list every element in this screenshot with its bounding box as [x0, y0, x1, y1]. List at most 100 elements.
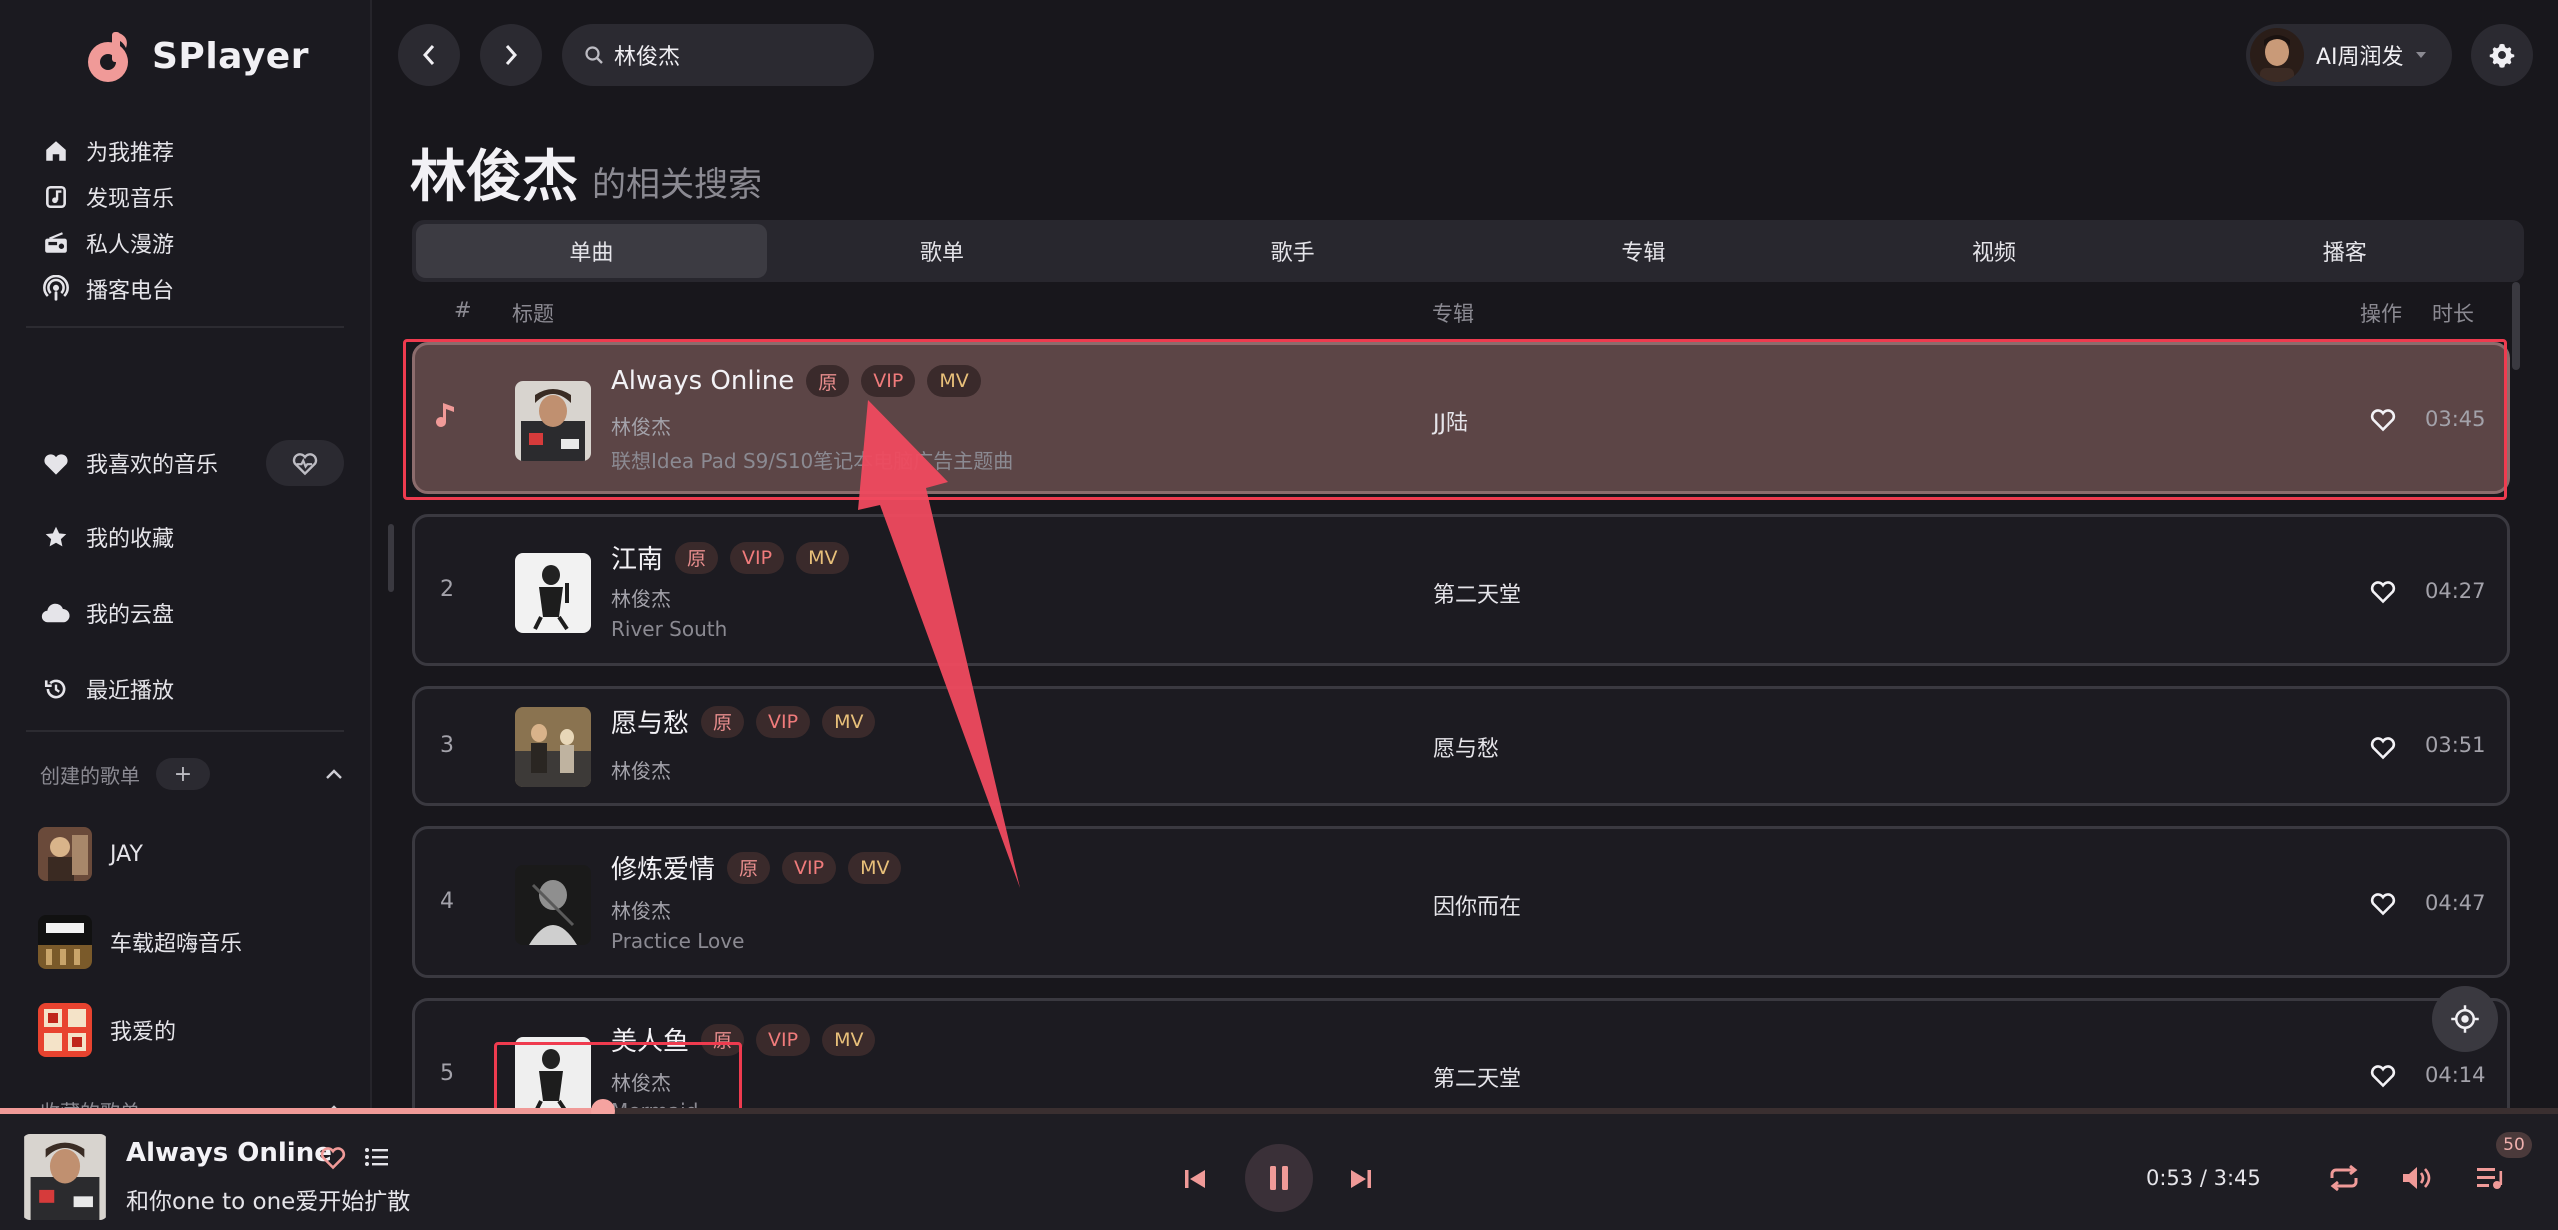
play-queue-button[interactable]	[2470, 1160, 2510, 1196]
user-name: AI周润发	[2316, 45, 2404, 70]
sidebar-divider	[26, 730, 344, 732]
song-album[interactable]: 因你而在	[1433, 889, 1521, 921]
like-button[interactable]	[2365, 401, 2401, 437]
mv-badge[interactable]: MV	[822, 1023, 876, 1056]
column-duration: 时长	[2432, 302, 2474, 326]
now-playing-title[interactable]: Always Online	[126, 1138, 332, 1168]
add-playlist-button[interactable]: +	[156, 758, 210, 790]
original-badge: 原	[727, 851, 771, 884]
song-alias: River South	[611, 617, 728, 641]
sidebar-scrollbar[interactable]	[388, 524, 394, 592]
nav-item-label: 我的收藏	[86, 527, 175, 552]
search-icon	[585, 46, 603, 64]
song-artist[interactable]: 林俊杰	[611, 895, 671, 924]
song-cover	[515, 707, 591, 787]
repeat-mode-button[interactable]	[2324, 1160, 2364, 1196]
heart-outline-icon	[2370, 1065, 2396, 1088]
tab-playlists[interactable]: 歌单	[767, 224, 1118, 278]
next-button[interactable]	[1344, 1162, 1378, 1196]
like-button[interactable]	[2365, 729, 2401, 765]
song-row[interactable]: 5 美人鱼 原 VIP MV 林俊杰 Mermaid 第二天堂 04:14	[412, 998, 2510, 1123]
song-album[interactable]: 第二天堂	[1433, 1061, 1521, 1093]
forward-button[interactable]	[480, 24, 542, 86]
sidebar: SPlayer 为我推荐 发现音乐 私人漫游 播客电台 我喜欢的音乐 我的收藏 …	[0, 0, 372, 1108]
playlist-item-jay[interactable]: JAY	[38, 824, 143, 884]
song-index: 4	[440, 889, 454, 914]
tab-artists[interactable]: 歌手	[1117, 224, 1468, 278]
heart-outline-icon	[2370, 581, 2396, 604]
play-pause-button[interactable]	[1245, 1144, 1313, 1212]
heartbeat-icon	[292, 453, 318, 476]
song-alias: 联想Idea Pad S9/S10笔记本电脑广告主题曲	[611, 449, 1014, 473]
main-scrollbar[interactable]	[2512, 282, 2520, 370]
vip-badge: VIP	[730, 541, 785, 574]
song-index: 3	[440, 733, 454, 758]
song-duration: 03:45	[2425, 407, 2486, 431]
settings-button[interactable]	[2471, 24, 2533, 86]
like-button[interactable]	[2365, 885, 2401, 921]
mv-badge[interactable]: MV	[822, 705, 876, 738]
nav-item-recent[interactable]: 最近播放	[40, 664, 174, 714]
song-artist[interactable]: 林俊杰	[611, 1067, 671, 1096]
search-type-tabs: 单曲 歌单 歌手 专辑 视频 播客	[412, 220, 2524, 282]
song-row[interactable]: 4 修炼爱情 原 VIP MV 林俊杰 Practice Love 因你而在 0…	[412, 826, 2510, 978]
back-button[interactable]	[398, 24, 460, 86]
song-title: 江南	[611, 545, 664, 575]
now-playing-cover[interactable]	[22, 1134, 108, 1220]
heartbeat-mode-button[interactable]	[266, 440, 344, 486]
search-input[interactable]	[614, 42, 854, 68]
nav-item-discover[interactable]: 发现音乐	[40, 172, 174, 222]
nav-item-recommend[interactable]: 为我推荐	[40, 126, 174, 176]
song-album[interactable]: 第二天堂	[1433, 577, 1521, 609]
collapse-collected-button[interactable]	[318, 1094, 350, 1108]
collapse-created-button[interactable]	[318, 758, 350, 790]
mv-badge[interactable]: MV	[848, 851, 902, 884]
song-artist[interactable]: 林俊杰	[611, 755, 671, 784]
mv-badge[interactable]: MV	[927, 365, 981, 397]
song-row[interactable]: 3 愿与愁 原 VIP MV 林俊杰 愿与愁 03:51	[412, 686, 2510, 806]
previous-button[interactable]	[1178, 1162, 1212, 1196]
like-button[interactable]	[2365, 1057, 2401, 1093]
nav-item-personal-fm[interactable]: 私人漫游	[40, 218, 174, 268]
like-current-button[interactable]	[316, 1140, 350, 1174]
cloud-icon	[40, 597, 72, 629]
nav-item-label: 我喜欢的音乐	[86, 453, 219, 478]
playlist-item-car-music[interactable]: 车载超嗨音乐	[38, 912, 242, 972]
nav-item-collection[interactable]: 我的收藏	[40, 512, 174, 562]
like-button[interactable]	[2365, 573, 2401, 609]
tab-videos[interactable]: 视频	[1819, 224, 2170, 278]
song-artist[interactable]: 林俊杰	[611, 583, 671, 612]
nav-item-cloud[interactable]: 我的云盘	[40, 588, 174, 638]
nav-item-podcast[interactable]: 播客电台	[40, 264, 174, 314]
song-album[interactable]: 愿与愁	[1433, 731, 1499, 763]
column-actions: 操作	[2360, 302, 2402, 326]
song-title-line: 愿与愁 原 VIP MV	[611, 703, 876, 740]
song-row-active[interactable]: Always Online 原 VIP MV 林俊杰 联想Idea Pad S9…	[412, 342, 2510, 494]
gear-icon	[2489, 43, 2515, 68]
home-icon	[40, 135, 72, 167]
original-badge: 原	[701, 1023, 745, 1056]
song-index: 2	[440, 577, 454, 602]
user-menu[interactable]: AI周润发	[2246, 24, 2452, 86]
nav-item-liked-music[interactable]: 我喜欢的音乐	[40, 438, 218, 488]
podcast-icon	[40, 273, 72, 305]
volume-button[interactable]	[2396, 1160, 2436, 1196]
player-bar: Always Online 和你one to one爱开始扩散 0:53 / 3…	[0, 1114, 2558, 1230]
song-row[interactable]: 2 江南 原 VIP MV 林俊杰 River South 第二天堂 04:27	[412, 514, 2510, 666]
add-to-playlist-button[interactable]	[360, 1140, 394, 1174]
skip-previous-icon	[1185, 1170, 1205, 1188]
playlist-item-my-love[interactable]: 我爱的	[38, 1000, 176, 1060]
app-logo[interactable]: SPlayer	[86, 24, 309, 88]
tab-podcasts[interactable]: 播客	[2169, 224, 2520, 278]
song-artist[interactable]: 林俊杰	[611, 411, 671, 440]
total-time: 3:45	[2213, 1166, 2261, 1190]
tab-songs[interactable]: 单曲	[416, 224, 767, 278]
playback-time: 0:53 / 3:45	[2146, 1166, 2261, 1190]
search-box[interactable]	[562, 24, 874, 86]
tab-albums[interactable]: 专辑	[1468, 224, 1819, 278]
locate-current-song-button[interactable]	[2432, 986, 2498, 1052]
song-album[interactable]: JJ陆	[1433, 405, 1468, 437]
song-duration: 03:51	[2425, 733, 2486, 757]
vip-badge: VIP	[756, 1023, 811, 1056]
mv-badge[interactable]: MV	[796, 541, 850, 574]
